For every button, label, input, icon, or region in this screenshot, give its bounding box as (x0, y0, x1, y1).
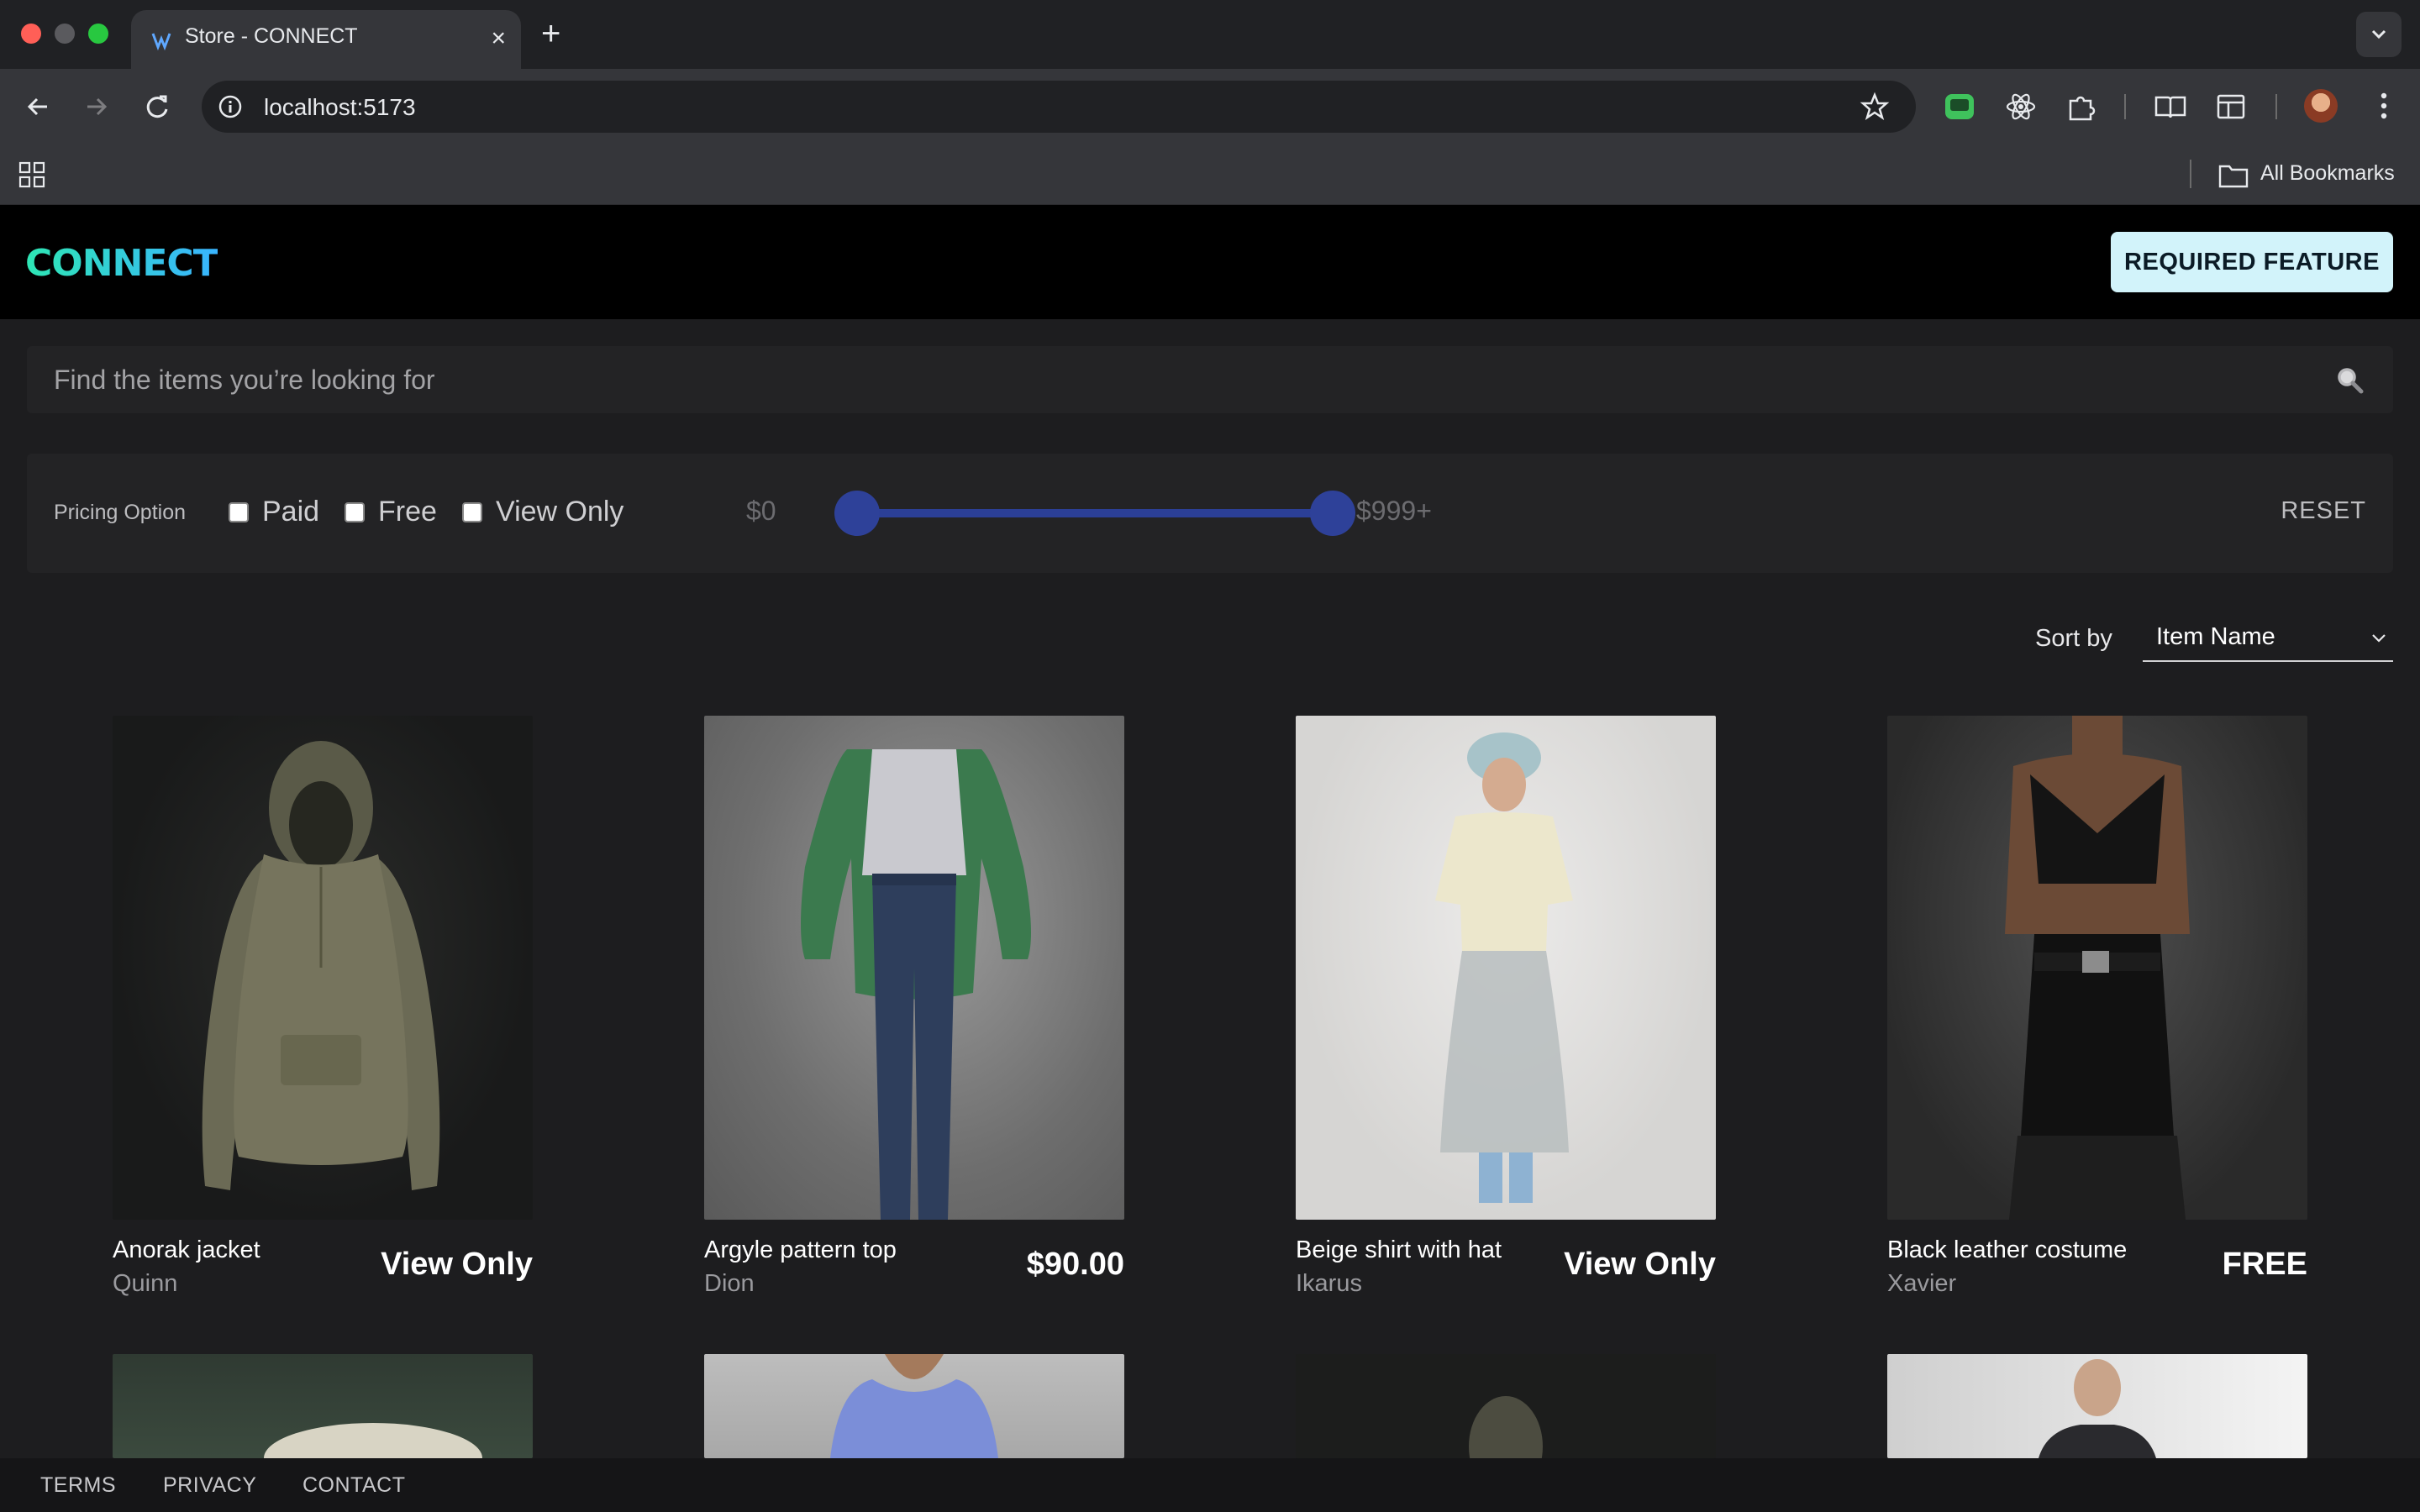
chevron-down-icon (2372, 634, 2386, 643)
browser-tab-active[interactable]: Store - CONNECT × (131, 10, 521, 69)
sort-by-label: Sort by (2035, 625, 2112, 652)
item-thumbnail (1469, 1396, 1543, 1458)
price-max-slider-handle[interactable] (1310, 491, 1355, 536)
product-creator[interactable]: Quinn (113, 1270, 177, 1298)
search-placeholder: Find the items you’re looking for (54, 365, 435, 395)
jacket-illustration (202, 741, 440, 1190)
leather-costume-illustration (2005, 716, 2190, 1220)
price-max-label: $999+ (1356, 496, 1432, 526)
item-thumbnail (2039, 1359, 2156, 1458)
maximize-window-button[interactable] (88, 24, 108, 44)
product-creator[interactable]: Xavier (1887, 1270, 1956, 1298)
black-leather-image[interactable] (1887, 716, 2307, 1220)
checkbox[interactable] (229, 501, 249, 522)
outfit-illustration (801, 749, 1031, 1220)
view-only-filter-label: View Only (496, 496, 624, 528)
argyle-top-image[interactable] (704, 716, 1124, 1220)
checkbox[interactable] (345, 501, 365, 522)
frog-extension-icon[interactable] (1942, 89, 1977, 124)
product-price: FREE (2222, 1247, 2307, 1282)
product-creator[interactable]: Ikarus (1296, 1270, 1362, 1298)
search-icon[interactable] (2334, 365, 2365, 395)
product-card-image[interactable] (113, 1354, 533, 1458)
app-header: CONNECT REQUIRED FEATURE (0, 205, 2420, 319)
checkbox[interactable] (462, 501, 482, 522)
tab-close-icon[interactable]: × (491, 22, 506, 55)
connect-favicon-icon (151, 33, 171, 50)
item-thumbnail (264, 1423, 482, 1458)
forward-arrow-icon[interactable] (79, 89, 114, 124)
free-filter-label: Free (378, 496, 437, 528)
price-min-label: $0 (746, 496, 776, 526)
reload-icon[interactable] (139, 89, 175, 124)
privacy-link[interactable]: PRIVACY (163, 1473, 256, 1498)
browser-tab-bar: Store - CONNECT × + (0, 0, 2420, 69)
close-window-button[interactable] (21, 24, 41, 44)
address-bar[interactable]: localhost:5173 (202, 81, 1916, 133)
price-range-track[interactable] (857, 509, 1333, 517)
toolbar-divider (2124, 94, 2126, 119)
product-card[interactable]: Argyle pattern top Dion $90.00 (704, 716, 1124, 1297)
product-price: View Only (381, 1247, 533, 1282)
minimize-window-button[interactable] (55, 24, 75, 44)
side-panel-icon[interactable] (2213, 89, 2249, 124)
product-name[interactable]: Argyle pattern top (704, 1236, 897, 1264)
product-card-image[interactable] (1296, 1354, 1716, 1458)
required-feature-button[interactable]: REQUIRED FEATURE (2111, 232, 2393, 292)
pricing-option-label: Pricing Option (54, 501, 187, 524)
product-price: View Only (1564, 1247, 1716, 1282)
item-thumbnail (830, 1354, 998, 1458)
filter-panel: Pricing Option Paid Free View Only $0 $9… (27, 454, 2393, 573)
product-name[interactable]: Anorak jacket (113, 1236, 260, 1264)
product-card[interactable]: Anorak jacket Quinn View Only (113, 716, 533, 1297)
bookmark-star-icon[interactable] (1859, 91, 1891, 123)
tab-search-button[interactable] (2356, 12, 2402, 57)
free-filter-checkbox[interactable]: Free (345, 496, 437, 528)
product-card[interactable]: Black leather costume Xavier FREE (1887, 716, 2307, 1297)
url-text: localhost:5173 (264, 94, 416, 120)
view-only-filter-checkbox[interactable]: View Only (462, 496, 623, 528)
toolbar-divider (2275, 94, 2277, 119)
chevron-down-icon (2371, 29, 2386, 39)
bookmarks-bar: All Bookmarks (0, 144, 2420, 205)
back-arrow-icon[interactable] (20, 89, 55, 124)
beige-shirt-image[interactable] (1296, 716, 1716, 1220)
product-card-image[interactable] (704, 1354, 1124, 1458)
sort-select[interactable]: Item Name (2143, 613, 2393, 662)
reset-button[interactable]: RESET (2281, 497, 2366, 525)
browser-toolbar: localhost:5173 (0, 69, 2420, 144)
apps-grid-icon[interactable] (18, 161, 45, 188)
footer: TERMS PRIVACY CONTACT (0, 1458, 2420, 1512)
reading-list-icon[interactable] (2153, 89, 2188, 124)
search-input[interactable]: Find the items you’re looking for (27, 346, 2393, 413)
product-creator[interactable]: Dion (704, 1270, 755, 1298)
sort-selected-value: Item Name (2156, 623, 2275, 650)
extensions-puzzle-icon[interactable] (2064, 89, 2099, 124)
terms-link[interactable]: TERMS (40, 1473, 116, 1498)
new-tab-button[interactable]: + (541, 15, 560, 52)
contact-link[interactable]: CONTACT (302, 1473, 405, 1498)
anorak-jacket-image[interactable] (113, 716, 533, 1220)
model-illustration (1435, 732, 1573, 1203)
paid-filter-label: Paid (262, 496, 320, 528)
product-name[interactable]: Beige shirt with hat (1296, 1236, 1502, 1264)
connect-logo[interactable]: CONNECT (25, 242, 218, 285)
product-name[interactable]: Black leather costume (1887, 1236, 2127, 1264)
paid-filter-checkbox[interactable]: Paid (229, 496, 319, 528)
site-info-icon[interactable] (217, 93, 244, 120)
price-min-slider-handle[interactable] (834, 491, 880, 536)
product-card[interactable]: Beige shirt with hat Ikarus View Only (1296, 716, 1716, 1297)
all-bookmarks-link[interactable]: All Bookmarks (2260, 161, 2395, 186)
product-price: $90.00 (1026, 1247, 1124, 1282)
react-devtools-icon[interactable] (2003, 89, 2039, 124)
browser-menu-icon[interactable] (2373, 87, 2395, 124)
tab-title: Store - CONNECT (185, 24, 358, 48)
profile-avatar[interactable] (2304, 89, 2338, 123)
product-card-image[interactable] (1887, 1354, 2307, 1458)
folder-icon (2218, 165, 2249, 188)
bookmarks-divider (2190, 160, 2191, 188)
